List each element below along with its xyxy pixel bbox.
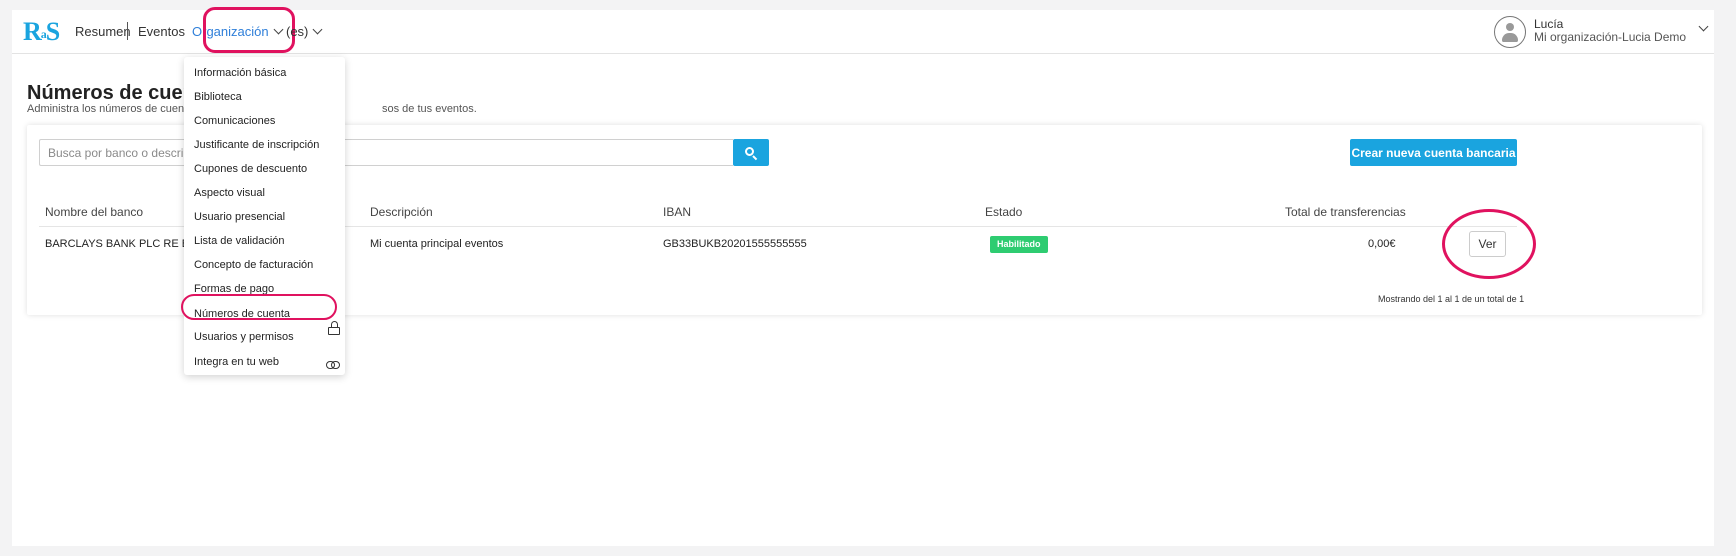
column-header-iban[interactable]: IBAN	[663, 205, 691, 219]
nav-eventos[interactable]: Eventos	[138, 24, 185, 40]
menu-item-cupones[interactable]: Cupones de descuento	[194, 162, 307, 176]
column-header-description[interactable]: Descripción	[370, 205, 433, 219]
highlight-numeros-cuenta	[181, 294, 337, 320]
menu-item-informacion-basica[interactable]: Información básica	[194, 66, 286, 80]
search-icon	[745, 146, 758, 160]
cell-total: 0,00€	[1368, 238, 1396, 250]
menu-item-concepto-facturacion[interactable]: Concepto de facturación	[194, 258, 313, 272]
cell-description: Mi cuenta principal eventos	[370, 238, 504, 250]
column-header-bank[interactable]: Nombre del banco	[45, 205, 143, 219]
pagination-info: Mostrando del 1 al 1 de un total de 1	[1378, 294, 1525, 304]
menu-item-comunicaciones[interactable]: Comunicaciones	[194, 114, 275, 128]
nav-separator	[127, 22, 128, 40]
menu-item-aspecto-visual[interactable]: Aspecto visual	[194, 186, 265, 200]
column-header-total[interactable]: Total de transferencias	[1285, 205, 1406, 219]
language-label: (es)	[286, 24, 309, 39]
chevron-down-icon	[312, 24, 323, 35]
app-window: RaS Resumen Eventos Organización (es) Lu…	[12, 7, 1714, 546]
menu-item-lista-validacion[interactable]: Lista de validación	[194, 234, 285, 248]
page-subtitle-end: sos de tus eventos.	[382, 103, 477, 115]
menu-item-integra-web[interactable]: Integra en tu web	[194, 355, 279, 369]
cell-bank: BARCLAYS BANK PLC RE BUK	[45, 238, 205, 250]
lock-icon	[328, 321, 340, 335]
cell-iban: GB33BUKB20201555555555	[663, 238, 807, 250]
highlight-ver	[1442, 209, 1536, 279]
menu-item-usuario-presencial[interactable]: Usuario presencial	[194, 210, 285, 224]
highlight-organizacion	[203, 7, 295, 53]
user-menu-chevron-icon[interactable]	[1698, 21, 1709, 32]
column-header-status[interactable]: Estado	[985, 205, 1022, 219]
organization-dropdown: Información básica Biblioteca Comunicaci…	[181, 57, 345, 375]
link-icon	[326, 361, 340, 369]
user-avatar-icon[interactable]	[1494, 16, 1526, 48]
user-organization[interactable]: Mi organización-Lucia Demo	[1534, 30, 1686, 44]
search-input[interactable]	[39, 139, 733, 166]
search-button[interactable]	[733, 139, 769, 166]
menu-item-justificante[interactable]: Justificante de inscripción	[194, 138, 319, 152]
top-navbar: RaS Resumen Eventos Organización (es) Lu…	[12, 7, 1714, 54]
nav-resumen[interactable]: Resumen	[75, 24, 131, 40]
status-badge: Habilitado	[990, 236, 1048, 253]
menu-item-usuarios-permisos[interactable]: Usuarios y permisos	[194, 330, 294, 344]
menu-item-biblioteca[interactable]: Biblioteca	[194, 90, 242, 104]
create-account-button[interactable]: Crear nueva cuenta bancaria	[1350, 139, 1517, 166]
user-name[interactable]: Lucía	[1534, 18, 1563, 30]
page-subtitle: Administra los números de cuenta b	[27, 103, 203, 115]
logo[interactable]: RaS	[23, 18, 60, 47]
language-selector[interactable]: (es)	[286, 24, 323, 40]
